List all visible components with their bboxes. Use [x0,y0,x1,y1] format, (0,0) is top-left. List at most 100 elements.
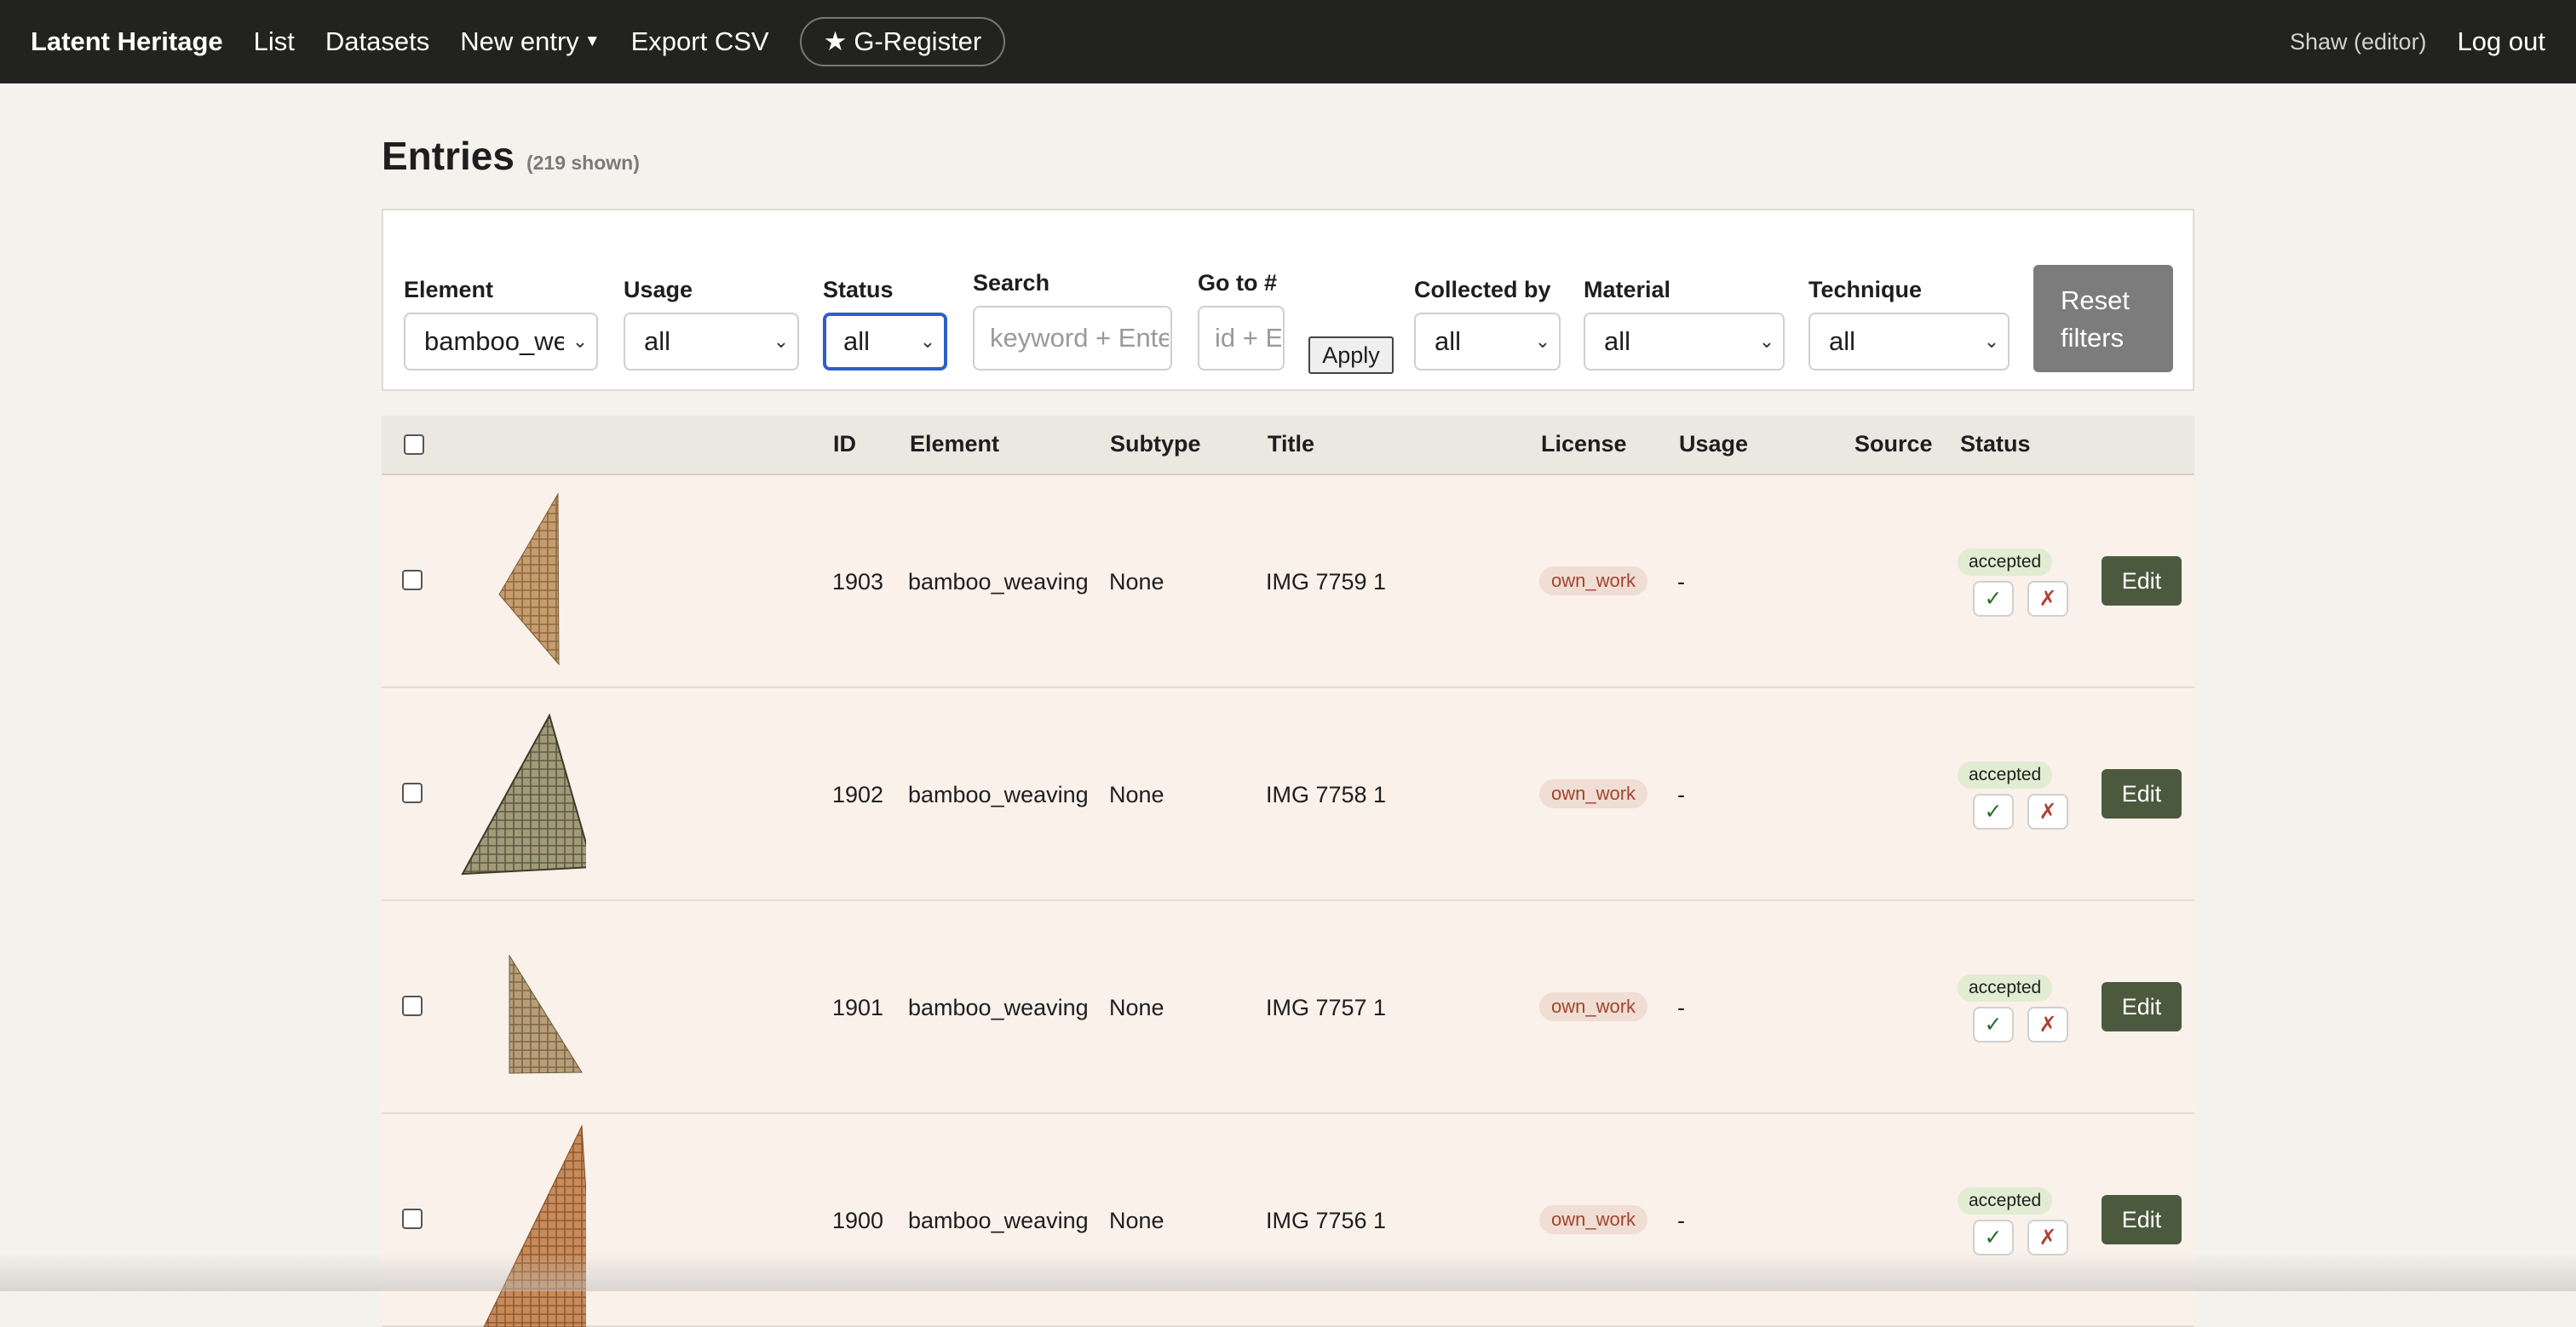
row-subtype: None [1109,569,1164,595]
row-usage: - [1677,782,1685,807]
caret-down-icon: ▼ [584,32,601,50]
brand-link[interactable]: Latent Heritage [31,26,223,57]
row-checkbox[interactable] [402,996,423,1016]
reject-button[interactable]: ✗ [2027,581,2068,617]
search-input[interactable] [973,306,1172,371]
select-all-checkbox[interactable] [404,434,424,455]
row-checkbox[interactable] [402,783,423,803]
column-header-title[interactable]: Title [1268,416,1314,472]
edit-button[interactable]: Edit [2102,769,2182,819]
thumbnail-image[interactable] [458,688,586,901]
chevron-down-icon: ⌄ [1534,330,1551,352]
row-id: 1903 [832,569,884,595]
accept-button[interactable]: ✓ [1973,581,2014,617]
technique-select[interactable]: all ⌄ [1808,313,2010,371]
row-title[interactable]: IMG 7756 1 [1266,1114,1386,1327]
accept-button[interactable]: ✓ [1973,794,2014,830]
usage-select[interactable]: all ⌄ [624,313,799,371]
row-id: 1900 [832,1208,884,1233]
reject-button[interactable]: ✗ [2027,1220,2068,1255]
status-badge: accepted [1958,761,2053,789]
status-filter-label: Status [823,277,894,302]
chevron-down-icon: ⌄ [773,330,790,352]
status-select[interactable]: all ⌄ [823,313,947,371]
nav-list-link[interactable]: List [254,26,295,57]
page-title: Entries [382,134,515,178]
column-header-id[interactable]: ID [833,416,856,472]
chevron-down-icon: ⌄ [1758,330,1775,352]
row-checkbox[interactable] [402,1209,423,1229]
element-filter-label: Element [404,277,494,302]
reject-button[interactable]: ✗ [2027,794,2068,830]
technique-filter-label: Technique [1808,277,1923,302]
accept-button[interactable]: ✓ [1973,1220,2014,1255]
row-id: 1901 [832,995,884,1020]
goto-id-input[interactable] [1198,306,1285,371]
column-header-subtype[interactable]: Subtype [1110,416,1201,472]
element-select-value: bamboo_weaving [424,326,564,356]
collected-by-select-value: all [1435,326,1462,356]
table-row: 1902 bamboo_weaving None IMG 7758 1 own_… [382,688,2194,901]
thumbnail-image[interactable] [458,475,586,688]
logout-link[interactable]: Log out [2458,26,2545,57]
column-header-status[interactable]: Status [1960,416,2031,472]
nav-datasets-link[interactable]: Datasets [325,26,429,57]
status-badge: accepted [1958,1187,2053,1215]
nav-export-csv-link[interactable]: Export CSV [631,26,769,57]
material-select-value: all [1604,326,1631,356]
shown-count: (219 shown) [526,152,640,174]
search-filter-label: Search [973,270,1050,296]
thumbnail-image[interactable] [458,901,586,1114]
top-navbar: Latent Heritage List Datasets New entry … [0,0,2576,83]
column-header-element[interactable]: Element [910,416,999,472]
element-select[interactable]: bamboo_weaving ⌄ [404,313,598,371]
table-body: 1903 bamboo_weaving None IMG 7759 1 own_… [382,475,2194,1327]
apply-button[interactable]: Apply [1308,336,1394,374]
g-register-button[interactable]: ★ G-Register [799,17,1006,66]
g-register-label: G-Register [854,26,982,56]
row-element: bamboo_weaving [908,782,1089,807]
status-badge: accepted [1958,549,2053,576]
row-subtype: None [1109,1208,1164,1233]
edit-button[interactable]: Edit [2102,556,2182,606]
usage-filter-label: Usage [624,277,693,302]
reject-button[interactable]: ✗ [2027,1007,2068,1043]
edit-button[interactable]: Edit [2102,1195,2182,1244]
license-badge: own_work [1539,779,1648,808]
nav-new-entry-dropdown[interactable]: New entry ▼ [460,26,600,57]
license-badge: own_work [1539,566,1648,595]
page-heading: Entries (219 shown) [382,133,640,179]
filter-panel: Element bamboo_weaving ⌄ Usage all ⌄ Sta… [382,209,2194,391]
accept-button[interactable]: ✓ [1973,1007,2014,1043]
column-header-usage[interactable]: Usage [1679,416,1748,472]
row-usage: - [1677,1208,1685,1233]
row-element: bamboo_weaving [908,1208,1089,1233]
row-checkbox[interactable] [402,570,423,590]
row-element: bamboo_weaving [908,995,1089,1020]
current-user: Shaw (editor) [2289,28,2427,55]
thumbnail-image[interactable] [458,1114,586,1327]
row-title[interactable]: IMG 7759 1 [1266,475,1386,688]
column-header-source[interactable]: Source [1854,416,1933,472]
reset-filters-button[interactable]: Reset filters [2033,265,2173,372]
chevron-down-icon: ⌄ [572,330,589,352]
material-filter-label: Material [1584,277,1671,302]
row-title[interactable]: IMG 7757 1 [1266,901,1386,1114]
table-header: ID Element Subtype Title License Usage S… [382,416,2194,475]
row-id: 1902 [832,782,884,807]
material-select[interactable]: all ⌄ [1584,313,1785,371]
license-badge: own_work [1539,992,1648,1021]
row-usage: - [1677,569,1685,595]
row-title[interactable]: IMG 7758 1 [1266,688,1386,901]
row-subtype: None [1109,995,1164,1020]
status-badge: accepted [1958,974,2053,1002]
table-row: 1903 bamboo_weaving None IMG 7759 1 own_… [382,475,2194,688]
reset-filters-label-2: filters [2061,323,2125,353]
star-icon: ★ [823,26,848,56]
goto-filter-label: Go to # [1198,270,1277,296]
edit-button[interactable]: Edit [2102,982,2182,1031]
usage-select-value: all [644,326,671,356]
row-subtype: None [1109,782,1164,807]
column-header-license[interactable]: License [1541,416,1627,472]
collected-by-select[interactable]: all ⌄ [1414,313,1561,371]
